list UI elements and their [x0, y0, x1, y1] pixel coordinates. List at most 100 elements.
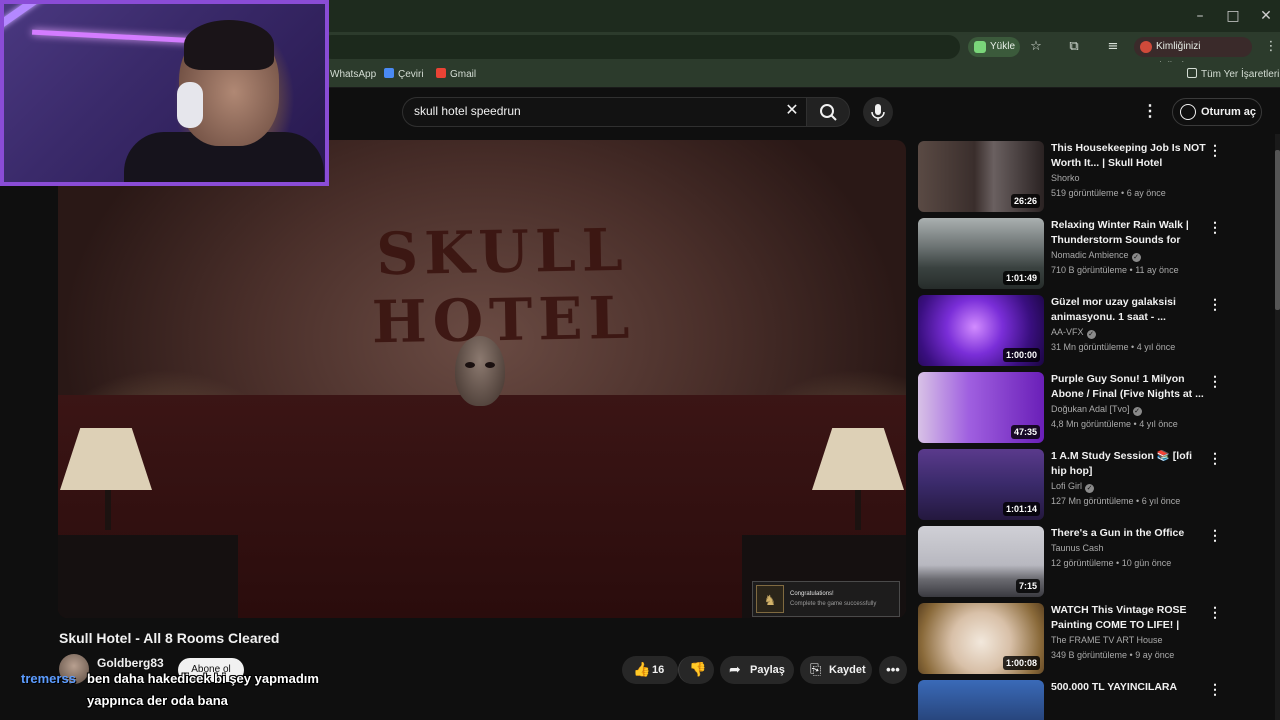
recommendation-title[interactable]: Relaxing Winter Rain Walk | Thunderstorm…: [1051, 218, 1209, 248]
recommendation-thumbnail[interactable]: 47:35: [918, 372, 1044, 443]
channel-label: Taunus Cash: [1051, 543, 1104, 553]
bookmark-whatsapp[interactable]: WhatsApp: [330, 68, 376, 82]
recommendation-menu-icon[interactable]: ⋮: [1208, 372, 1222, 390]
share-button[interactable]: ➦ Paylaş: [720, 656, 794, 684]
bookmark-gmail[interactable]: Gmail: [436, 68, 476, 82]
dislike-button[interactable]: 👎: [678, 656, 714, 684]
recommendation-title[interactable]: 1 A.M Study Session 📚 [lofi hip hop]: [1051, 449, 1209, 479]
recommendation-menu-icon[interactable]: ⋮: [1208, 449, 1222, 467]
save-button[interactable]: ⎘ Kaydet: [800, 656, 872, 684]
verified-icon: ✓: [1132, 407, 1142, 416]
verified-icon: ✓: [1131, 253, 1141, 262]
thumbs-up-icon: 👍: [633, 662, 651, 678]
recommendation-item[interactable]: 1:01:14 1 A.M Study Session 📚 [lofi hip h…: [918, 449, 1263, 521]
folder-icon: [1187, 68, 1197, 78]
recommendation-channel[interactable]: Shorko: [1051, 173, 1080, 183]
minimize-icon[interactable]: –: [1190, 6, 1210, 26]
channel-label: The FRAME TV ART House: [1051, 635, 1163, 645]
recommendation-thumbnail[interactable]: 7:15: [918, 526, 1044, 597]
recommendation-menu-icon[interactable]: ⋮: [1208, 680, 1222, 698]
share-icon: ➦: [729, 662, 741, 678]
recommendation-channel[interactable]: Doğukan Adal [Tvo] ✓: [1051, 404, 1142, 416]
bookmark-label: Gmail: [450, 69, 477, 80]
search-button[interactable]: [806, 97, 850, 127]
recommendation-thumbnail[interactable]: 1:00:00: [918, 295, 1044, 366]
install-icon: [974, 41, 986, 53]
video-duration: 47:35: [1010, 425, 1040, 439]
video-duration: 1:01:14: [1002, 502, 1040, 516]
recommendation-menu-icon[interactable]: ⋮: [1208, 295, 1222, 313]
recommendation-thumbnail[interactable]: 1:00:08: [918, 603, 1044, 674]
recommendation-channel[interactable]: AA-VFX ✓: [1051, 327, 1096, 339]
recommendation-item[interactable]: 500.000 TL YAYINCILARA ⋮: [918, 680, 1263, 720]
recommendation-menu-icon[interactable]: ⋮: [1208, 603, 1222, 621]
settings-menu-icon[interactable]: ⋮: [1142, 100, 1158, 124]
recommendation-menu-icon[interactable]: ⋮: [1208, 141, 1222, 159]
channel-label: Nomadic Ambience: [1051, 250, 1129, 260]
recommendation-channel[interactable]: The FRAME TV ART House: [1051, 635, 1163, 645]
recommendation-item[interactable]: 26:26 This Housekeeping Job Is NOT Worth …: [918, 141, 1263, 213]
recommendation-item[interactable]: 7:15 There's a Gun in the Office Taunus Ca…: [918, 526, 1263, 598]
recommendation-menu-icon[interactable]: ⋮: [1208, 526, 1222, 544]
recommendation-item[interactable]: 1:01:49 Relaxing Winter Rain Walk | Thund…: [918, 218, 1263, 290]
recommendation-title[interactable]: This Housekeeping Job Is NOT Worth It...…: [1051, 141, 1209, 171]
recommendation-channel[interactable]: Lofi Girl ✓: [1051, 481, 1095, 493]
channel-label: Lofi Girl: [1051, 481, 1083, 491]
search-query-text[interactable]: skull hotel speedrun: [414, 104, 521, 118]
bookmark-star-icon[interactable]: ☆: [1027, 38, 1045, 56]
recommendation-thumbnail[interactable]: 1:01:49: [918, 218, 1044, 289]
media-controls-icon[interactable]: ≡: [1104, 38, 1122, 56]
video-title: Skull Hotel - All 8 Rooms Cleared: [59, 630, 280, 646]
more-actions-icon[interactable]: •••: [879, 656, 907, 684]
recommendation-item[interactable]: 1:00:08 WATCH This Vintage ROSE Painting …: [918, 603, 1263, 675]
recommendation-title[interactable]: Güzel mor uzay galaksisi animasyonu. 1 s…: [1051, 295, 1209, 325]
recommendation-item[interactable]: 1:00:00 Güzel mor uzay galaksisi animasyo…: [918, 295, 1263, 367]
recommendation-menu-icon[interactable]: ⋮: [1208, 218, 1222, 236]
video-duration: 1:00:08: [1002, 656, 1040, 670]
browser-menu-icon[interactable]: ⋮: [1262, 38, 1280, 56]
microphone-icon: [871, 104, 885, 121]
bookmark-ceviri[interactable]: Çeviri: [384, 68, 424, 82]
install-button[interactable]: Yükle: [968, 37, 1020, 57]
webcam-person-hair: [184, 20, 274, 70]
recommendation-channel[interactable]: Nomadic Ambience ✓: [1051, 250, 1141, 262]
channel-name[interactable]: Goldberg83: [97, 656, 164, 670]
save-label: Kaydet: [829, 664, 866, 676]
recommendation-channel[interactable]: Taunus Cash: [1051, 543, 1104, 553]
like-button[interactable]: 👍 16: [622, 656, 678, 684]
video-duration: 1:01:49: [1002, 271, 1040, 285]
recommendation-thumbnail[interactable]: 26:26: [918, 141, 1044, 212]
recommendation-title[interactable]: 500.000 TL YAYINCILARA: [1051, 680, 1209, 695]
scrollbar-thumb[interactable]: [1275, 150, 1280, 310]
maximize-icon[interactable]: □: [1223, 6, 1243, 26]
recommendation-item[interactable]: 47:35 Purple Guy Sonu! 1 Milyon Abone / F…: [918, 372, 1263, 444]
recommendation-meta: 4,8 Mn görüntüleme • 4 yıl önce: [1051, 419, 1178, 429]
recommendation-title[interactable]: WATCH This Vintage ROSE Painting COME TO…: [1051, 603, 1209, 633]
voice-search-button[interactable]: [863, 97, 893, 127]
recommendation-meta: 12 görüntüleme • 10 gün önce: [1051, 558, 1172, 568]
recommendation-title[interactable]: Purple Guy Sonu! 1 Milyon Abone / Final …: [1051, 372, 1209, 402]
account-icon: [1180, 104, 1196, 120]
video-duration: 1:00:00: [1002, 348, 1040, 362]
install-label: Yükle: [990, 41, 1016, 52]
video-player[interactable]: SKULL HOTEL ♞ Congratulations! Complete …: [58, 140, 906, 618]
recommendation-thumbnail[interactable]: [918, 680, 1044, 720]
translate-icon: [384, 68, 394, 78]
verified-icon: ✓: [1086, 330, 1096, 339]
sign-in-button[interactable]: Oturum aç: [1172, 98, 1262, 126]
recommendation-title[interactable]: There's a Gun in the Office: [1051, 526, 1209, 541]
clear-search-icon[interactable]: ✕: [783, 101, 801, 121]
headphones: [177, 82, 203, 128]
bookmark-label: WhatsApp: [330, 69, 377, 80]
address-bar[interactable]: [320, 35, 960, 59]
profile-button[interactable]: Kimliğinizi doğrulayın: [1134, 37, 1252, 72]
bookmark-label: Çeviri: [398, 69, 424, 80]
chat-message-line: ben daha hakedicek bi şey yapmadım: [87, 671, 319, 686]
all-bookmarks[interactable]: Tüm Yer İşaretleri: [1187, 68, 1279, 82]
recommendation-thumbnail[interactable]: 1:01:14: [918, 449, 1044, 520]
lamp-pole-left: [105, 490, 111, 530]
close-window-icon[interactable]: ✕: [1256, 6, 1276, 26]
thumbs-down-icon: 👎: [689, 662, 707, 678]
verified-icon: ✓: [1085, 484, 1095, 493]
extensions-icon[interactable]: ⧉: [1065, 38, 1083, 56]
